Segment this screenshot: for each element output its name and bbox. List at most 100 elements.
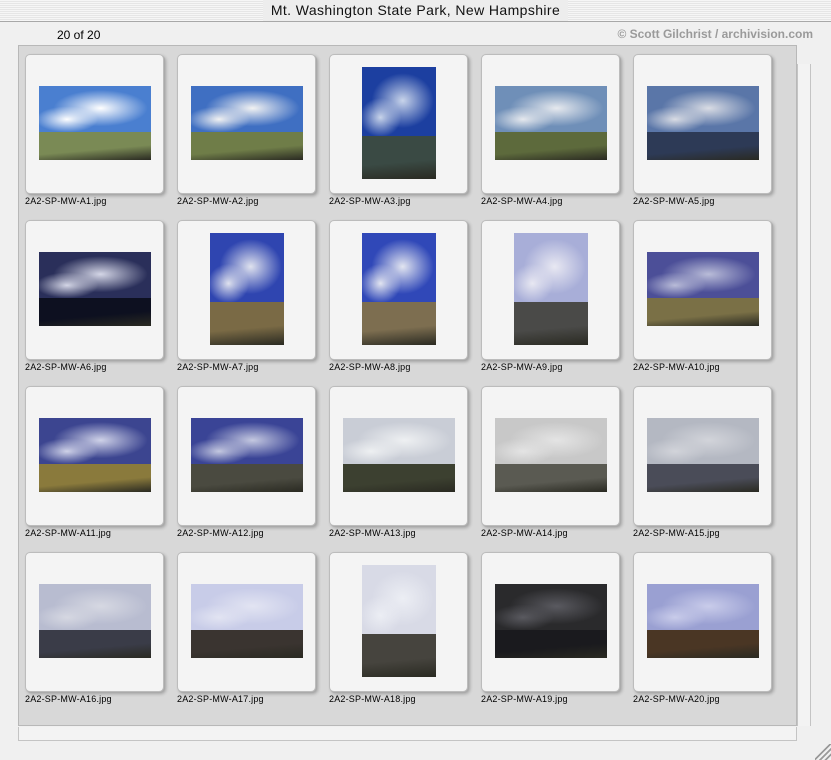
thumbnail-item[interactable]: 2A2-SP-MW-A18.jpg: [328, 552, 480, 718]
thumbnail-filename: 2A2-SP-MW-A8.jpg: [329, 362, 411, 372]
thumbnail-image[interactable]: [210, 233, 284, 345]
thumbnail-item[interactable]: 2A2-SP-MW-A2.jpg: [176, 54, 328, 220]
thumbnail-grid: 2A2-SP-MW-A1.jpg 2A2-SP-MW-A2.jpg 2A2-SP-M…: [24, 54, 784, 714]
slide-mount[interactable]: [25, 220, 164, 360]
photo-ground: [495, 629, 607, 658]
thumbnail-filename: 2A2-SP-MW-A13.jpg: [329, 528, 416, 538]
slide-mount[interactable]: [481, 220, 620, 360]
thumbnail-image[interactable]: [191, 584, 303, 658]
photo-ground: [514, 302, 588, 345]
thumbnail-item[interactable]: 2A2-SP-MW-A17.jpg: [176, 552, 328, 718]
thumbnail-image[interactable]: [647, 418, 759, 492]
photo-ground: [39, 463, 151, 492]
thumbnail-image[interactable]: [39, 418, 151, 492]
photo-ground: [362, 634, 436, 677]
thumbnail-image[interactable]: [191, 86, 303, 160]
thumbnail-filename: 2A2-SP-MW-A16.jpg: [25, 694, 112, 704]
thumbnail-filename: 2A2-SP-MW-A14.jpg: [481, 528, 568, 538]
horizontal-scrollbar[interactable]: [18, 727, 797, 741]
thumbnail-image[interactable]: [39, 584, 151, 658]
thumbnail-image[interactable]: [647, 584, 759, 658]
slide-mount[interactable]: [481, 552, 620, 692]
thumbnail-image[interactable]: [362, 233, 436, 345]
thumbnail-item[interactable]: 2A2-SP-MW-A19.jpg: [480, 552, 632, 718]
thumbnail-image[interactable]: [514, 233, 588, 345]
thumbnail-item[interactable]: 2A2-SP-MW-A6.jpg: [24, 220, 176, 386]
thumbnail-item[interactable]: 2A2-SP-MW-A16.jpg: [24, 552, 176, 718]
thumbnail-filename: 2A2-SP-MW-A1.jpg: [25, 196, 107, 206]
thumbnail-image[interactable]: [495, 86, 607, 160]
thumbnail-image[interactable]: [495, 584, 607, 658]
thumbnail-item[interactable]: 2A2-SP-MW-A13.jpg: [328, 386, 480, 552]
photo-ground: [647, 629, 759, 658]
slide-mount[interactable]: [25, 552, 164, 692]
photo-ground: [362, 302, 436, 345]
slide-mount[interactable]: [177, 386, 316, 526]
slide-mount[interactable]: [329, 220, 468, 360]
slide-mount[interactable]: [329, 386, 468, 526]
thumbnail-image[interactable]: [362, 565, 436, 677]
thumbnail-filename: 2A2-SP-MW-A2.jpg: [177, 196, 259, 206]
thumbnail-item[interactable]: 2A2-SP-MW-A4.jpg: [480, 54, 632, 220]
thumbnail-filename: 2A2-SP-MW-A6.jpg: [25, 362, 107, 372]
slide-mount[interactable]: [177, 220, 316, 360]
copyright-credit: © Scott Gilchrist / archivision.com: [617, 27, 813, 41]
thumbnail-item[interactable]: 2A2-SP-MW-A14.jpg: [480, 386, 632, 552]
photo-ground: [495, 131, 607, 160]
thumbnail-image[interactable]: [647, 86, 759, 160]
photo-ground: [191, 463, 303, 492]
thumbnail-item[interactable]: 2A2-SP-MW-A11.jpg: [24, 386, 176, 552]
photo-ground: [39, 297, 151, 326]
thumbnail-image[interactable]: [343, 418, 455, 492]
photo-ground: [362, 136, 436, 179]
thumbnail-filename: 2A2-SP-MW-A20.jpg: [633, 694, 720, 704]
thumbnail-image[interactable]: [191, 418, 303, 492]
slide-mount[interactable]: [633, 552, 772, 692]
window-title-bar[interactable]: Mt. Washington State Park, New Hampshire: [0, 0, 831, 22]
image-count: 20 of 20: [57, 28, 101, 42]
slide-mount[interactable]: [329, 54, 468, 194]
thumbnail-item[interactable]: 2A2-SP-MW-A10.jpg: [632, 220, 784, 386]
photo-ground: [647, 297, 759, 326]
thumbnail-filename: 2A2-SP-MW-A7.jpg: [177, 362, 259, 372]
resize-grip-icon[interactable]: [815, 744, 831, 760]
thumbnail-image[interactable]: [495, 418, 607, 492]
thumbnail-item[interactable]: 2A2-SP-MW-A15.jpg: [632, 386, 784, 552]
slide-mount[interactable]: [329, 552, 468, 692]
slide-mount[interactable]: [481, 54, 620, 194]
slide-mount[interactable]: [25, 54, 164, 194]
photo-ground: [495, 463, 607, 492]
thumbnail-filename: 2A2-SP-MW-A18.jpg: [329, 694, 416, 704]
thumbnail-item[interactable]: 2A2-SP-MW-A20.jpg: [632, 552, 784, 718]
thumbnail-filename: 2A2-SP-MW-A15.jpg: [633, 528, 720, 538]
thumbnail-item[interactable]: 2A2-SP-MW-A8.jpg: [328, 220, 480, 386]
thumbnail-filename: 2A2-SP-MW-A19.jpg: [481, 694, 568, 704]
thumbnail-filename: 2A2-SP-MW-A12.jpg: [177, 528, 264, 538]
thumbnail-item[interactable]: 2A2-SP-MW-A1.jpg: [24, 54, 176, 220]
thumbnail-item[interactable]: 2A2-SP-MW-A12.jpg: [176, 386, 328, 552]
photo-ground: [39, 629, 151, 658]
thumbnail-item[interactable]: 2A2-SP-MW-A9.jpg: [480, 220, 632, 386]
slide-mount[interactable]: [25, 386, 164, 526]
thumbnail-image[interactable]: [39, 86, 151, 160]
thumbnail-image[interactable]: [362, 67, 436, 179]
thumbnail-filename: 2A2-SP-MW-A17.jpg: [177, 694, 264, 704]
thumbnail-item[interactable]: 2A2-SP-MW-A5.jpg: [632, 54, 784, 220]
thumbnail-item[interactable]: 2A2-SP-MW-A3.jpg: [328, 54, 480, 220]
slide-mount[interactable]: [177, 54, 316, 194]
photo-ground: [191, 629, 303, 658]
slide-mount[interactable]: [481, 386, 620, 526]
slide-mount[interactable]: [633, 386, 772, 526]
thumbnail-image[interactable]: [647, 252, 759, 326]
vertical-scrollbar[interactable]: [797, 64, 811, 726]
slide-mount[interactable]: [633, 54, 772, 194]
thumbnail-filename: 2A2-SP-MW-A9.jpg: [481, 362, 563, 372]
thumbnail-item[interactable]: 2A2-SP-MW-A7.jpg: [176, 220, 328, 386]
thumbnail-filename: 2A2-SP-MW-A5.jpg: [633, 196, 715, 206]
photo-ground: [210, 302, 284, 345]
thumbnail-filename: 2A2-SP-MW-A4.jpg: [481, 196, 563, 206]
slide-mount[interactable]: [633, 220, 772, 360]
window-title: Mt. Washington State Park, New Hampshire: [262, 0, 569, 21]
slide-mount[interactable]: [177, 552, 316, 692]
thumbnail-image[interactable]: [39, 252, 151, 326]
